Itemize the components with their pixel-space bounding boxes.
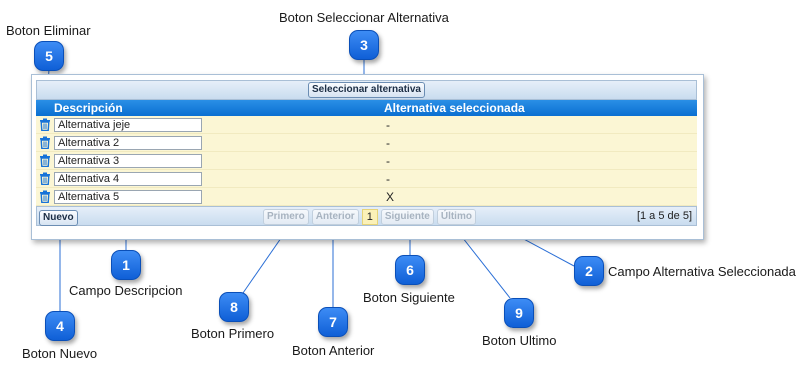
callout-label-1: Campo Descripcion <box>69 283 183 298</box>
callout-badge-9: 9 <box>504 298 534 328</box>
selected-value: X <box>386 189 395 204</box>
trash-icon[interactable] <box>36 118 54 131</box>
callout-badge-8: 8 <box>219 292 249 322</box>
callout-label-5: Boton Eliminar <box>6 23 91 38</box>
pagination-bar: Nuevo Primero Anterior 1 Siguiente Últim… <box>36 206 697 226</box>
description-field[interactable] <box>54 171 202 186</box>
toolbar: Seleccionar alternativa <box>36 80 697 100</box>
callout-label-7: Boton Anterior <box>292 343 375 358</box>
callout-label-2: Campo Alternativa Seleccionada <box>608 264 796 279</box>
description-field[interactable] <box>54 153 202 168</box>
description-field[interactable] <box>54 117 202 132</box>
callout-badge-3: 3 <box>349 30 379 60</box>
column-header-selected: Alternativa seleccionada <box>384 101 525 115</box>
current-page[interactable]: 1 <box>361 209 378 225</box>
trash-icon[interactable] <box>36 136 54 149</box>
trash-icon[interactable] <box>36 154 54 167</box>
first-page-button[interactable]: Primero <box>263 209 309 225</box>
table-row: X <box>36 188 697 206</box>
new-button[interactable]: Nuevo <box>39 210 78 226</box>
selected-value: - <box>386 153 390 168</box>
trash-icon[interactable] <box>36 190 54 203</box>
callout-label-4: Boton Nuevo <box>22 346 98 361</box>
callout-badge-7: 7 <box>318 307 348 337</box>
table-row: - <box>36 152 697 170</box>
trash-icon[interactable] <box>36 172 54 185</box>
table-row: - <box>36 116 697 134</box>
select-alternative-button[interactable]: Seleccionar alternativa <box>308 82 425 98</box>
next-page-button[interactable]: Siguiente <box>380 209 434 225</box>
column-header-description: Descripción <box>54 101 123 115</box>
selected-value: - <box>386 171 390 186</box>
alternatives-panel: Seleccionar alternativa Descripción Alte… <box>31 74 704 240</box>
record-range: [1 a 5 de 5] <box>636 210 692 222</box>
callout-badge-4: 4 <box>45 311 75 341</box>
table-body: - - - - <box>36 116 697 206</box>
last-page-button[interactable]: Último <box>436 209 476 225</box>
callout-badge-6: 6 <box>395 255 425 285</box>
description-field[interactable] <box>54 135 202 150</box>
callout-badge-2: 2 <box>574 256 604 286</box>
callout-label-6: Boton Siguiente <box>363 290 455 305</box>
selected-value: - <box>386 135 390 150</box>
description-field[interactable] <box>54 189 202 204</box>
pager: Primero Anterior 1 Siguiente Último <box>263 209 476 225</box>
table-row: - <box>36 134 697 152</box>
table-row: - <box>36 170 697 188</box>
callout-badge-5: 5 <box>34 41 64 71</box>
table-header: Descripción Alternativa seleccionada <box>36 100 697 116</box>
selected-value: - <box>386 117 390 132</box>
prev-page-button[interactable]: Anterior <box>311 209 359 225</box>
callout-badge-1: 1 <box>111 250 141 280</box>
callout-label-3: Boton Seleccionar Alternativa <box>279 10 449 25</box>
callout-label-9: Boton Ultimo <box>482 333 557 348</box>
callout-label-8: Boton Primero <box>191 326 275 341</box>
